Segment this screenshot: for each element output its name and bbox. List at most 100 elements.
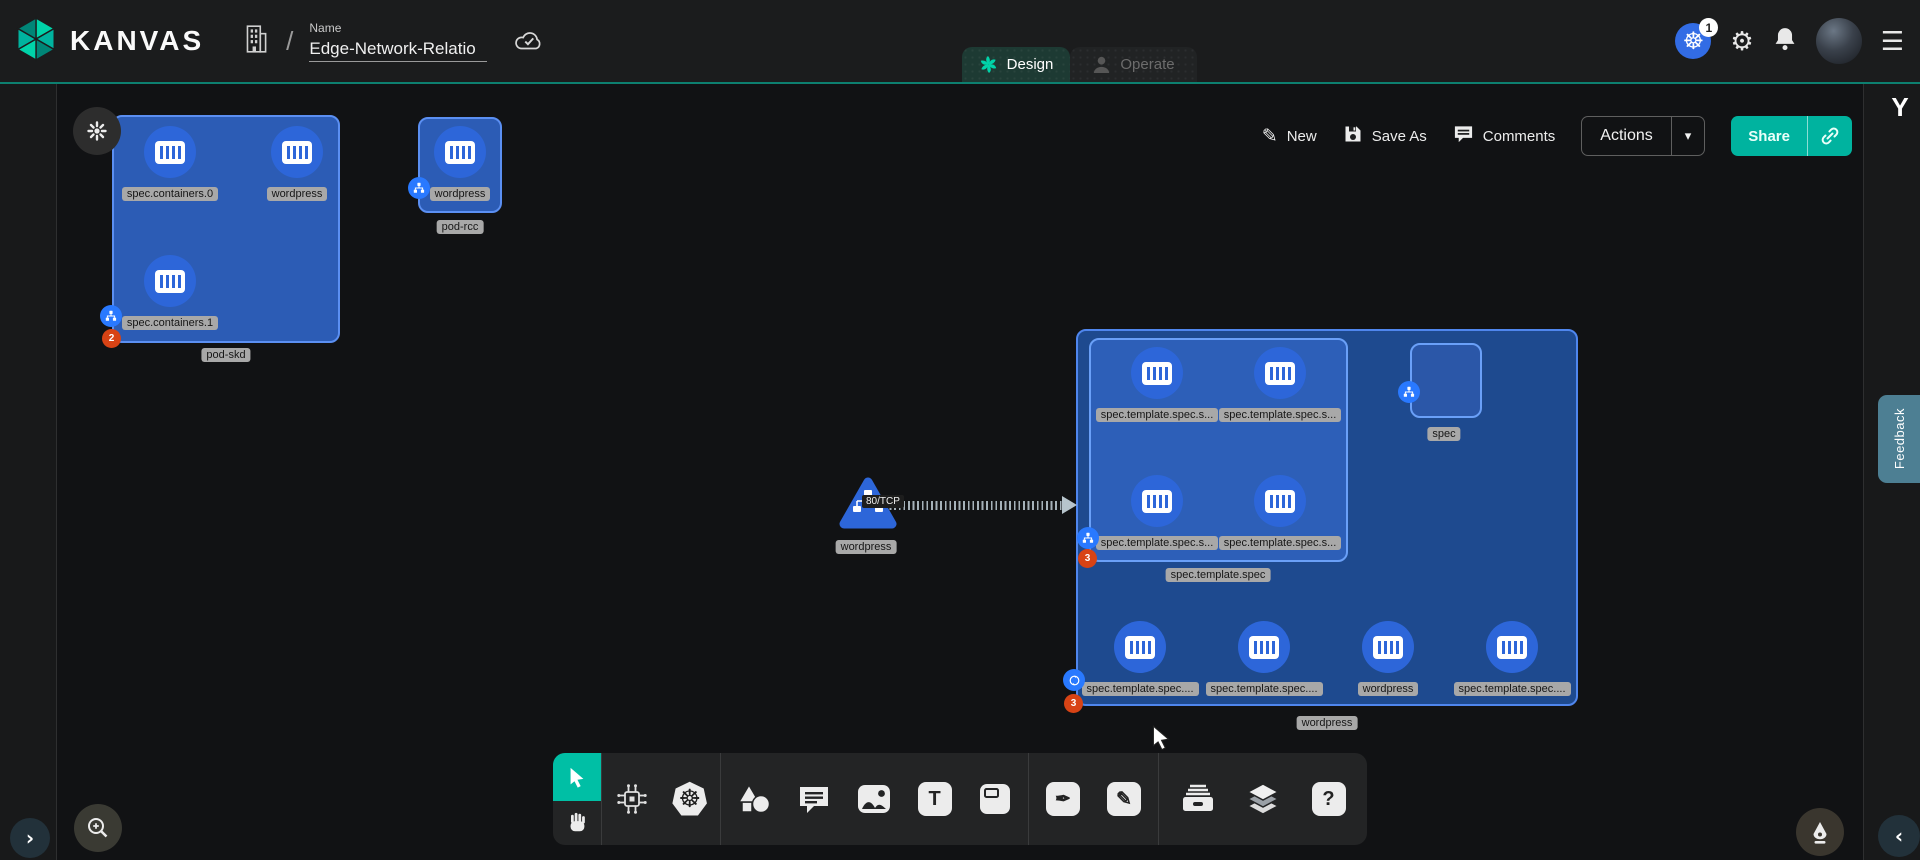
caret-down-icon: ▾ [1685, 128, 1692, 144]
new-pencil-icon: ✎ [1262, 127, 1278, 146]
operate-person-icon [1092, 55, 1111, 74]
node-bottom-1[interactable]: spec.template.spec.... [1199, 621, 1329, 696]
settings-gear-icon[interactable]: ⚙ [1730, 28, 1753, 54]
frame-tool-button[interactable] [968, 767, 1022, 831]
shapes-icon [735, 782, 773, 816]
container-icon [1265, 490, 1295, 513]
components-tool-button[interactable] [605, 767, 659, 831]
pod-icon[interactable] [1398, 381, 1420, 403]
frame-icon [978, 782, 1012, 816]
container-icon [1249, 636, 1279, 659]
organization-icon[interactable] [242, 23, 270, 60]
magnifier-plus-icon [85, 815, 111, 841]
edge-arrowhead [1062, 496, 1077, 514]
error-badge[interactable]: 2 [102, 329, 121, 348]
group-wordpress-outer-label: wordpress [1297, 716, 1358, 730]
container-icon [155, 141, 185, 164]
node-label: spec.template.spec.s... [1096, 408, 1219, 422]
pod-icon[interactable] [1077, 527, 1099, 549]
mode-tabs: Design Operate [962, 47, 1197, 82]
app-title: KANVAS [70, 25, 204, 57]
tab-operate[interactable]: Operate [1070, 47, 1197, 82]
tab-operate-label: Operate [1120, 56, 1174, 73]
share-split-button: Share [1731, 116, 1852, 156]
filter-y-icon[interactable]: Y [1884, 92, 1916, 124]
pencil-tool-button[interactable]: ✎ [1097, 767, 1151, 831]
node-spec-containers-1[interactable]: spec.containers.1 [105, 255, 235, 330]
canvas-toolbar: ☸ T [553, 753, 1367, 845]
node-spec[interactable] [1410, 343, 1482, 418]
chevron-right-icon: › [26, 826, 34, 850]
container-icon [1497, 636, 1527, 659]
node-label: wordpress [267, 187, 328, 201]
node-service-wordpress-label: wordpress [836, 540, 897, 554]
tab-design[interactable]: Design [962, 47, 1070, 82]
kubernetes-context-icon[interactable]: ☸ 1 [1675, 23, 1711, 59]
expand-left-panel-button[interactable]: › [10, 818, 50, 858]
node-bottom-0[interactable]: spec.template.spec.... [1075, 621, 1205, 696]
edge-service-to-deployment[interactable] [885, 501, 1064, 510]
collapse-right-panel-button[interactable]: ‹ [1878, 815, 1920, 857]
layers-tool-button[interactable] [1236, 767, 1290, 831]
pan-tool-button[interactable] [553, 801, 601, 845]
error-badge[interactable]: 3 [1064, 694, 1083, 713]
image-tool-button[interactable] [847, 767, 901, 831]
design-pen-mode-button[interactable] [1796, 808, 1844, 856]
node-label: spec.template.spec.s... [1219, 408, 1342, 422]
user-avatar[interactable] [1816, 18, 1862, 64]
chevron-left-icon: ‹ [1895, 824, 1903, 848]
comments-button[interactable]: Comments [1453, 124, 1556, 148]
kanvas-app: { "header": { "logo": "KANVAS", "slash":… [0, 0, 1920, 860]
actions-dropdown-toggle[interactable]: ▾ [1671, 117, 1705, 155]
design-name-input[interactable] [309, 37, 487, 62]
zoom-search-button[interactable] [74, 804, 122, 852]
node-label: spec.template.spec.... [1454, 682, 1571, 696]
kubernetes-tool-button[interactable]: ☸ [663, 767, 717, 831]
feedback-tab[interactable]: Feedback [1878, 395, 1920, 483]
drawer-icon [1180, 783, 1216, 815]
text-tool-button[interactable]: T [908, 767, 962, 831]
deployment-icon[interactable] [1063, 669, 1085, 691]
hand-icon [565, 811, 589, 835]
new-button[interactable]: ✎ New [1262, 127, 1317, 146]
node-label: spec.containers.1 [122, 316, 218, 330]
node-label: spec.template.spec.s... [1096, 536, 1219, 550]
help-icon: ? [1312, 782, 1346, 816]
error-badge[interactable]: 3 [1078, 549, 1097, 568]
comment-tool-button[interactable] [787, 767, 841, 831]
container-icon [1125, 636, 1155, 659]
copy-link-button[interactable] [1807, 116, 1852, 156]
node-bottom-3[interactable]: spec.template.spec.... [1447, 621, 1577, 696]
node-spec-containers-0[interactable]: spec.containers.0 [105, 126, 235, 201]
design-action-row: ✎ New Save As Comments Actions ▾ [1262, 116, 1852, 156]
container-icon [155, 270, 185, 293]
notifications-bell-icon[interactable] [1773, 26, 1797, 57]
container-icon [1265, 362, 1295, 385]
node-wordpress-skd[interactable]: wordpress [232, 126, 362, 201]
save-as-label: Save As [1372, 128, 1427, 145]
node-template-spec-1[interactable]: spec.template.spec.s... [1215, 347, 1345, 422]
help-tool-button[interactable]: ? [1302, 767, 1356, 831]
actions-button[interactable]: Actions [1582, 117, 1670, 155]
select-tool-button[interactable] [553, 753, 601, 801]
node-template-spec-0[interactable]: spec.template.spec.s... [1092, 347, 1222, 422]
pen-tool-button[interactable]: ✒ [1036, 767, 1090, 831]
pod-icon[interactable] [100, 305, 122, 327]
node-bottom-wordpress[interactable]: wordpress [1323, 621, 1453, 696]
node-label: spec.template.spec.... [1206, 682, 1323, 696]
container-icon [282, 141, 312, 164]
group-pod-rcc-label: pod-rcc [437, 220, 484, 234]
node-template-spec-3[interactable]: spec.template.spec.s... [1215, 475, 1345, 550]
share-button[interactable]: Share [1731, 116, 1807, 156]
context-count-badge: 1 [1699, 18, 1718, 37]
pen-nib-icon [1807, 819, 1833, 845]
hamburger-menu-icon[interactable]: ☰ [1881, 28, 1904, 54]
canvas-widget-button[interactable] [73, 107, 121, 155]
save-as-button[interactable]: Save As [1343, 124, 1427, 148]
pod-icon[interactable] [408, 177, 430, 199]
node-template-spec-2[interactable]: spec.template.spec.s... [1092, 475, 1222, 550]
shapes-tool-button[interactable] [727, 767, 781, 831]
drawer-tool-button[interactable] [1171, 767, 1225, 831]
header-accent-line [0, 82, 1920, 84]
comments-bubble-icon [1453, 124, 1474, 148]
